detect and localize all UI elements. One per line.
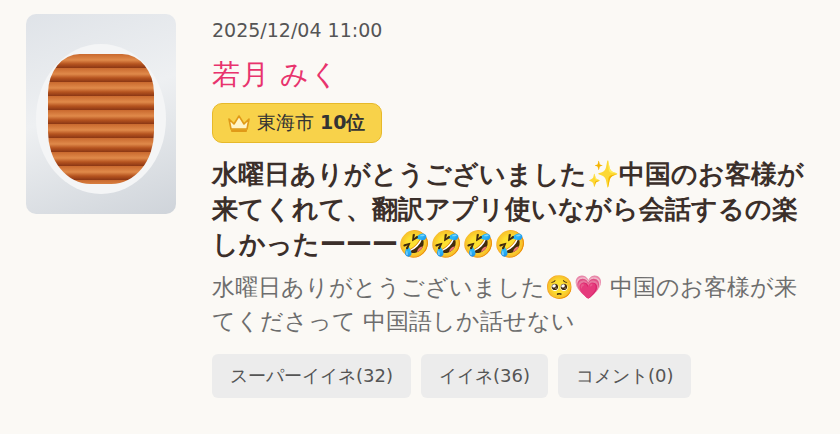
post-excerpt: 水曜日ありがとうございました🥺💗 中国のお客様が来てくださって 中国語しか話せな… [212,270,812,338]
post-card: 2025/12/04 11:00 若月 みく東海市10位水曜日ありがとうございまし… [0,0,840,434]
post-date: 2025/12/04 11:00 [212,17,830,43]
action-button[interactable]: コメント(0) [558,354,692,398]
rank-position: 10位 [320,110,365,136]
post-content: 2025/12/04 11:00 若月 みく東海市10位水曜日ありがとうございまし… [212,14,830,398]
rank-badge: 東海市10位 [212,103,382,143]
crown-icon [227,113,251,133]
action-button[interactable]: イイネ(36) [421,354,548,398]
action-button[interactable]: スーパーイイネ(32) [212,354,411,398]
action-bar: スーパーイイネ(32)イイネ(36)コメント(0) [212,354,830,398]
rank-area: 東海市 [257,110,314,136]
photo-food [48,54,154,184]
author-name[interactable]: 若月 みく [212,57,830,93]
post-title[interactable]: 水曜日ありがとうございました✨中国のお客様が来てくれて、翻訳アプリ使いながら会話… [212,157,812,262]
post-photo[interactable] [26,14,176,214]
